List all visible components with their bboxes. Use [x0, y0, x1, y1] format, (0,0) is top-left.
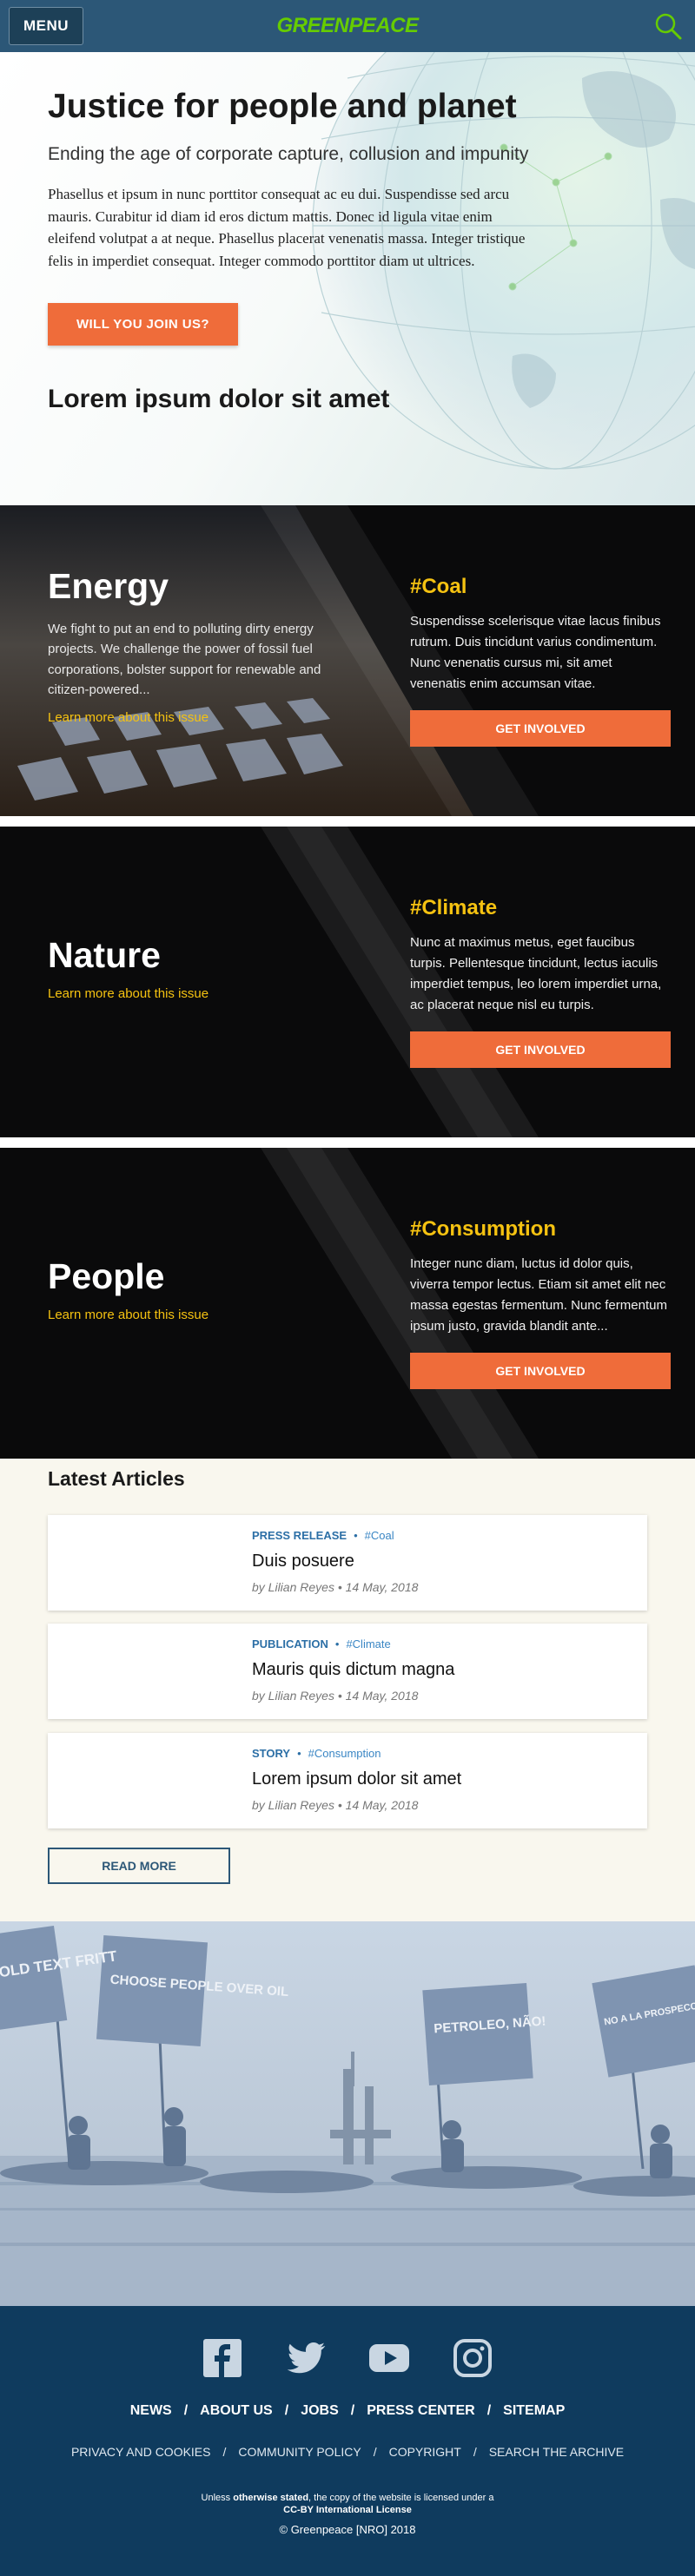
issue-title: Nature	[48, 935, 161, 975]
facebook-icon[interactable]	[202, 2337, 243, 2379]
issue-tag[interactable]: #Coal	[410, 575, 671, 599]
license-text: Unless	[201, 2493, 234, 2503]
article-type[interactable]: PRESS RELEASE	[252, 1529, 347, 1542]
article-type[interactable]: STORY	[252, 1747, 290, 1760]
hero-subtitle: Ending the age of corporate capture, col…	[48, 143, 529, 164]
footer-link-sitemap[interactable]: SITEMAP	[503, 2403, 565, 2418]
social-links	[0, 2337, 695, 2379]
menu-button[interactable]: MENU	[9, 7, 84, 45]
learn-more-link[interactable]: Learn more about this issue	[48, 986, 334, 1001]
article-byline: by Lilian Reyes • 14 May, 2018	[252, 1689, 419, 1703]
article-byline: by Lilian Reyes • 14 May, 2018	[252, 1580, 419, 1594]
hero-body-text: Phasellus et ipsum in nunc porttitor con…	[48, 186, 526, 269]
article-title[interactable]: Lorem ipsum dolor sit amet	[252, 1769, 461, 1789]
license-cc-by-link[interactable]: CC-BY International License	[283, 2505, 412, 2515]
articles-heading: Latest Articles	[48, 1467, 185, 1490]
hero-section: Justice for people and planet Ending the…	[0, 52, 695, 505]
footer-link-about-us[interactable]: ABOUT US	[200, 2403, 273, 2418]
read-more-button[interactable]: READ MORE	[48, 1848, 230, 1884]
article-card[interactable]: STORY • #Consumption Lorem ipsum dolor sit…	[48, 1733, 647, 1828]
tag-description: Suspendisse scelerisque vitae lacus fini…	[410, 614, 661, 691]
footer-link-news[interactable]: NEWS	[130, 2403, 172, 2418]
article-meta: STORY • #Consumption	[252, 1747, 381, 1760]
link-separator: /	[284, 2403, 289, 2418]
twitter-icon[interactable]	[285, 2337, 327, 2379]
search-icon[interactable]	[653, 11, 683, 41]
link-separator: /	[222, 2445, 227, 2459]
instagram-icon[interactable]	[452, 2337, 493, 2379]
section-heading: Lorem ipsum dolor sit amet	[48, 385, 390, 414]
article-card[interactable]: PRESS RELEASE • #Coal Duis posuere by Lili…	[48, 1515, 647, 1611]
meta-separator: •	[334, 1637, 340, 1650]
join-us-button[interactable]: WILL YOU JOIN US?	[48, 303, 238, 346]
meta-separator: •	[354, 1529, 358, 1542]
issue-block-nature: Nature Learn more about this issue #Clim…	[0, 827, 695, 1137]
article-card[interactable]: PUBLICATION • #Climate Mauris quis dictum …	[48, 1624, 647, 1719]
meta-separator: •	[297, 1747, 301, 1760]
footer-link-search-archive[interactable]: SEARCH THE ARCHIVE	[489, 2445, 624, 2459]
issue-tag[interactable]: #Climate	[410, 896, 671, 920]
learn-more-link[interactable]: Learn more about this issue	[48, 710, 334, 725]
footer-link-community-policy[interactable]: COMMUNITY POLICY	[238, 2445, 361, 2459]
learn-more-link[interactable]: Learn more about this issue	[48, 1308, 334, 1322]
tag-description: Nunc at maximus metus, eget faucibus tur…	[410, 935, 662, 1012]
link-separator: /	[473, 2445, 477, 2459]
get-involved-button[interactable]: GET INVOLVED	[410, 1031, 671, 1068]
tag-description: Integer nunc diam, luctus id dolor quis,…	[410, 1256, 667, 1334]
footer-main-links: NEWS / ABOUT US / JOBS / PRESS CENTER / SITEMAP	[0, 2403, 695, 2419]
footer-link-press-center[interactable]: PRESS CENTER	[367, 2403, 474, 2418]
issue-description: We fight to put an end to polluting dirt…	[48, 622, 321, 697]
latest-articles-section: Latest Articles PRESS RELEASE • #Coal Duis…	[0, 1459, 695, 1921]
license-otherwise-stated: otherwise stated	[233, 2493, 309, 2503]
protest-photo-banner: OLD TEXT FRITT CHOOSE PEOPLE OVER OIL PE…	[0, 1921, 695, 2306]
issue-title: Energy	[48, 566, 169, 606]
link-separator: /	[350, 2403, 355, 2418]
footer-secondary-links: PRIVACY AND COOKIES / COMMUNITY POLICY / COP…	[0, 2445, 695, 2459]
issue-title: People	[48, 1256, 165, 1296]
article-title[interactable]: Mauris quis dictum magna	[252, 1660, 454, 1680]
license-notice: Unless otherwise stated, the copy of the…	[0, 2492, 695, 2517]
article-meta: PUBLICATION • #Climate	[252, 1637, 391, 1650]
greenpeace-logo[interactable]: GREENPEACE	[276, 14, 419, 38]
issue-tag[interactable]: #Consumption	[410, 1217, 671, 1242]
footer-link-copyright[interactable]: COPYRIGHT	[389, 2445, 461, 2459]
get-involved-button[interactable]: GET INVOLVED	[410, 710, 671, 747]
footer-link-jobs[interactable]: JOBS	[301, 2403, 339, 2418]
link-separator: /	[183, 2403, 189, 2418]
link-separator: /	[486, 2403, 492, 2418]
article-type[interactable]: PUBLICATION	[252, 1637, 328, 1650]
copyright-text: © Greenpeace [NRO] 2018	[279, 2523, 416, 2536]
get-involved-button[interactable]: GET INVOLVED	[410, 1353, 671, 1389]
site-footer: NEWS / ABOUT US / JOBS / PRESS CENTER / SITEMAP …	[0, 2306, 695, 2576]
license-text: , the copy of the website is licensed un…	[308, 2493, 494, 2503]
issue-block-people: People Learn more about this issue #Cons…	[0, 1148, 695, 1459]
article-tag[interactable]: #Consumption	[308, 1747, 381, 1760]
link-separator: /	[373, 2445, 377, 2459]
hero-title: Justice for people and planet	[48, 88, 517, 125]
article-title[interactable]: Duis posuere	[252, 1552, 354, 1571]
top-nav-bar: MENU GREENPEACE	[0, 0, 695, 52]
article-meta: PRESS RELEASE • #Coal	[252, 1529, 394, 1542]
youtube-icon[interactable]	[368, 2337, 410, 2379]
article-tag[interactable]: #Coal	[365, 1529, 394, 1542]
issue-block-energy: Energy We fight to put an end to polluti…	[0, 505, 695, 816]
article-tag[interactable]: #Climate	[346, 1637, 390, 1650]
kayak-protest-illustration: OLD TEXT FRITT CHOOSE PEOPLE OVER OIL PE…	[0, 1925, 695, 2306]
footer-link-privacy[interactable]: PRIVACY AND COOKIES	[71, 2445, 211, 2459]
article-byline: by Lilian Reyes • 14 May, 2018	[252, 1798, 419, 1812]
